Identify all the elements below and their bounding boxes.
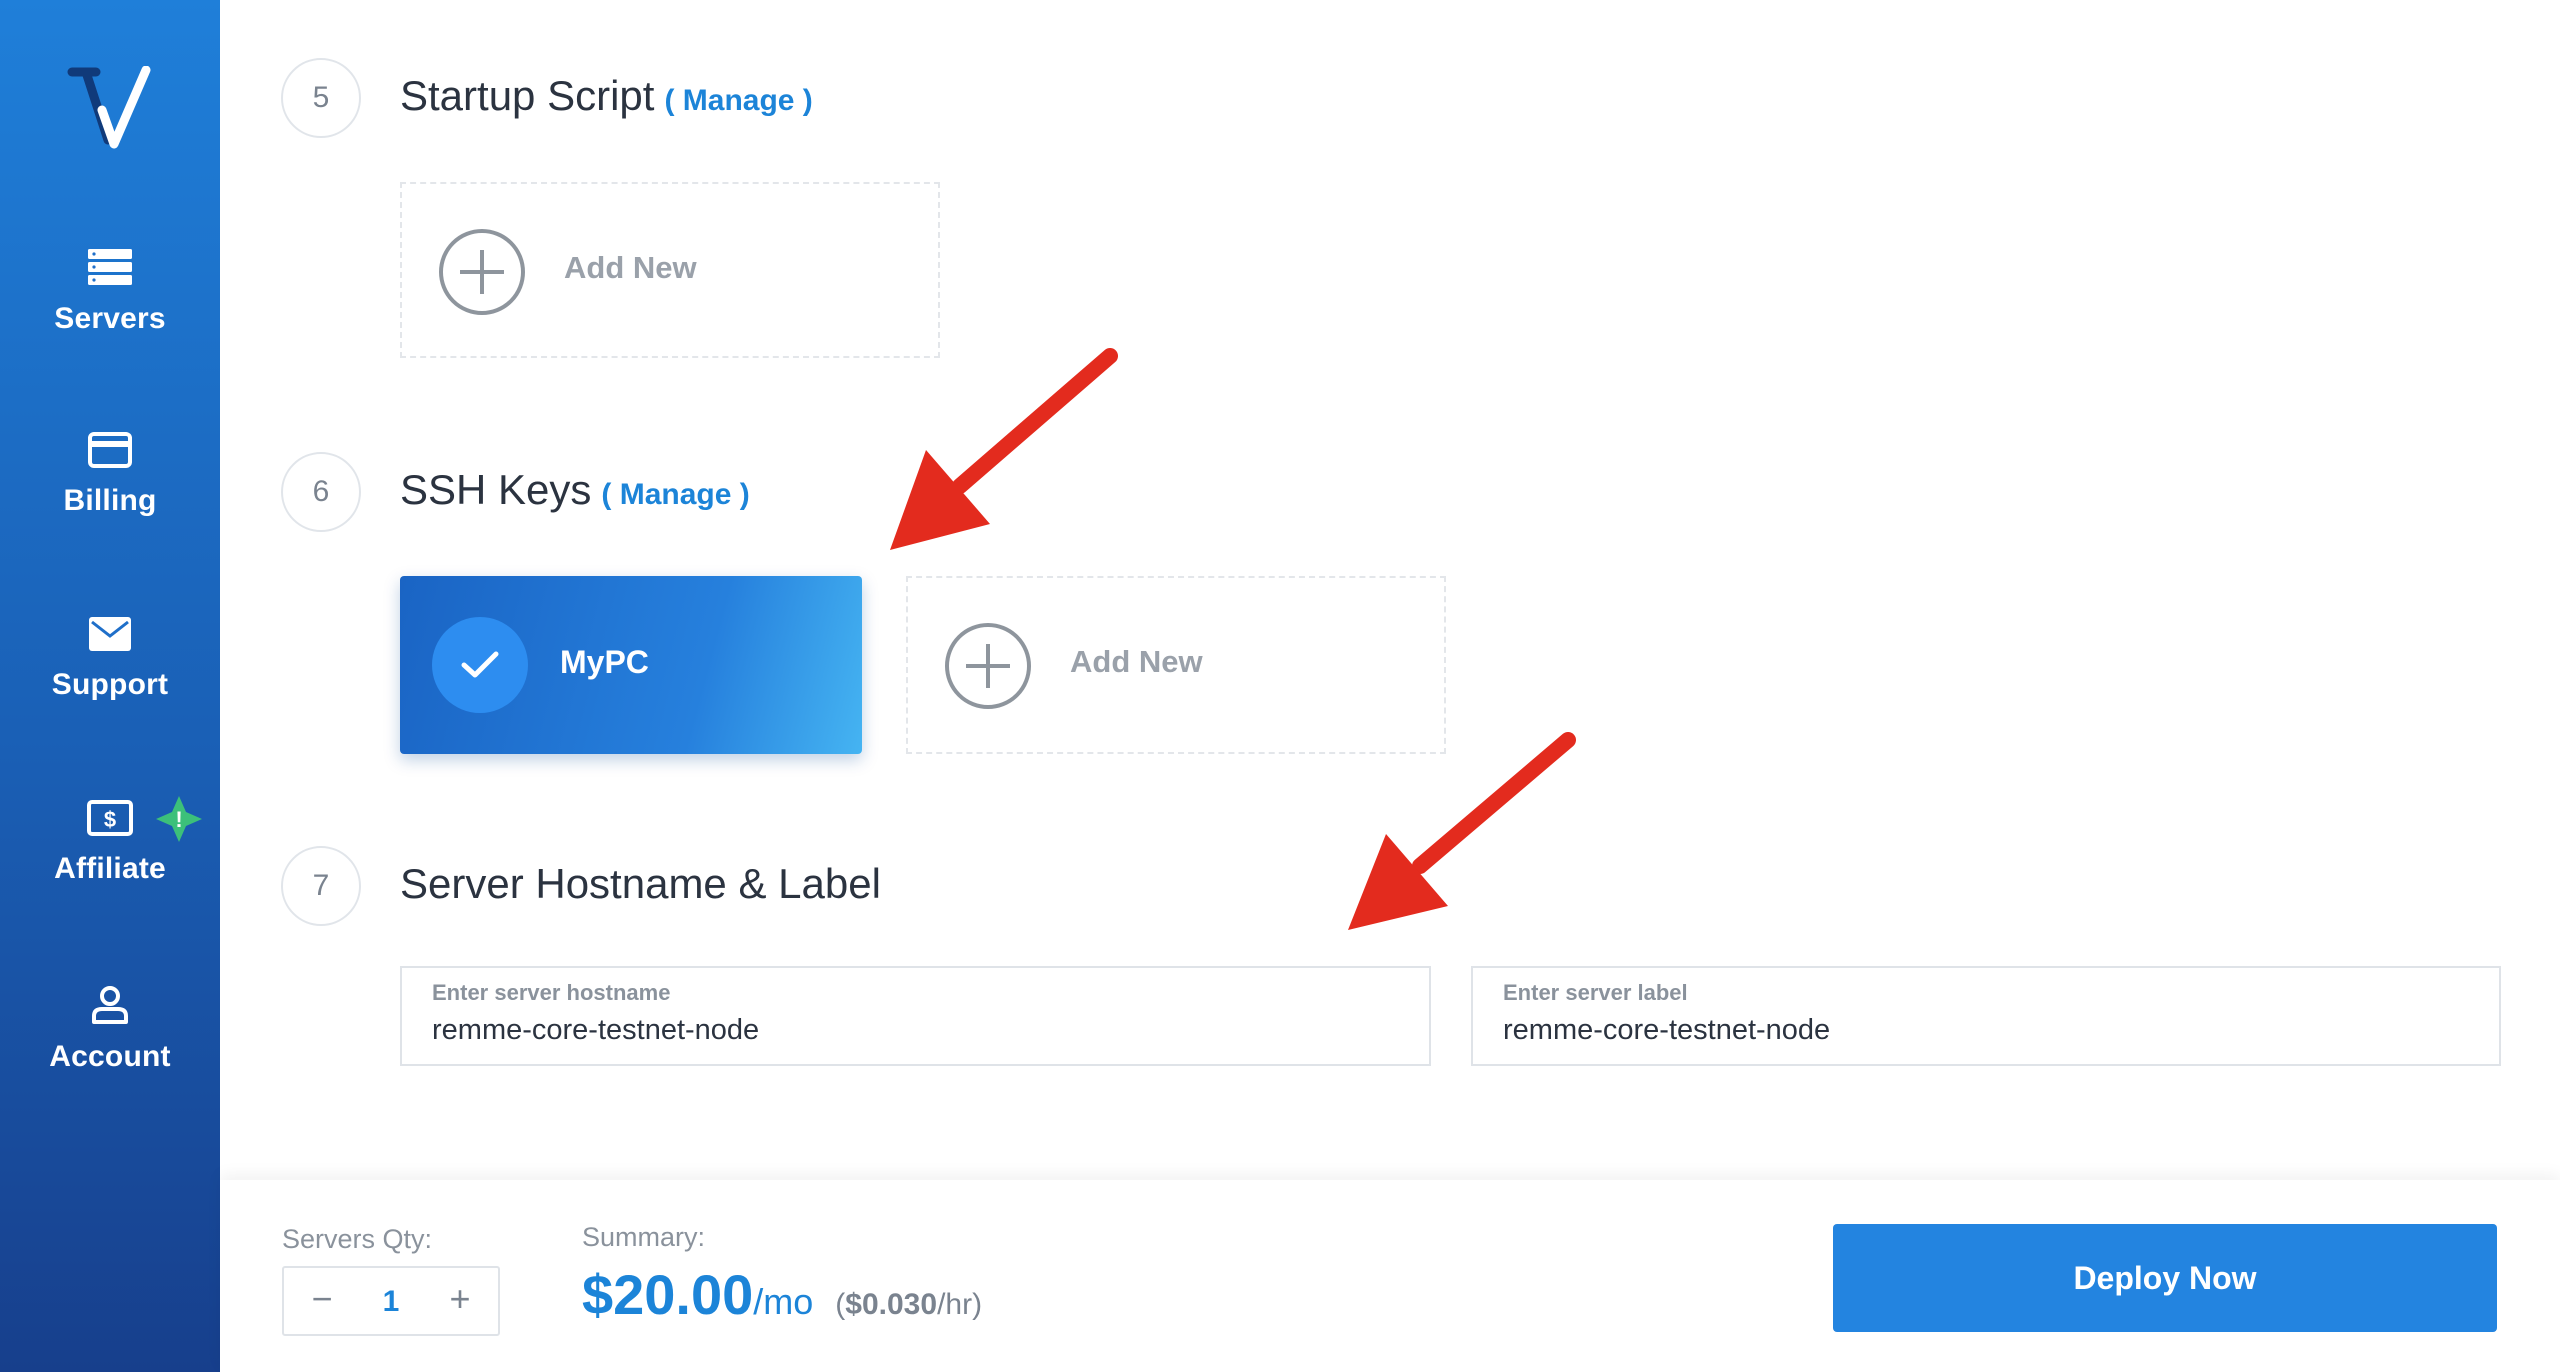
label-field-label: Enter server label bbox=[1503, 980, 1688, 1005]
annotation-arrow-ssh-icon bbox=[890, 348, 1118, 550]
vultr-logo-icon[interactable] bbox=[62, 66, 158, 150]
sidebar-item-support[interactable]: Support bbox=[0, 616, 220, 702]
hostname-field[interactable]: Enter server hostname bbox=[400, 966, 1431, 1066]
monthly-price: $20.00 bbox=[582, 1263, 754, 1326]
section-title-hostname-label: Server Hostname & Label bbox=[400, 860, 881, 907]
price-summary: $20.00/mo ($0.030/hr) bbox=[582, 1262, 982, 1327]
svg-text:!: ! bbox=[175, 807, 182, 832]
sidebar-item-servers[interactable]: Servers bbox=[0, 248, 220, 336]
summary-label: Summary: bbox=[582, 1222, 706, 1252]
hostname-input[interactable] bbox=[432, 1014, 1399, 1047]
ssh-key-name: MyPC bbox=[560, 644, 649, 680]
manage-ssh-keys-link[interactable]: ( Manage ) bbox=[601, 478, 749, 511]
deploy-now-button[interactable]: Deploy Now bbox=[1833, 1224, 2497, 1332]
sidebar-item-label: Account bbox=[49, 1040, 171, 1073]
label-field[interactable]: Enter server label bbox=[1471, 966, 2501, 1066]
credit-card-icon bbox=[88, 432, 132, 468]
checkmark-circle bbox=[432, 617, 528, 713]
hourly-price-text: ($0.030/hr) bbox=[835, 1288, 982, 1321]
quantity-stepper[interactable]: − 1 + bbox=[282, 1266, 500, 1336]
step-number-7: 7 bbox=[281, 846, 361, 926]
monthly-unit: /mo bbox=[753, 1281, 814, 1322]
label-input[interactable] bbox=[1503, 1014, 2469, 1047]
step-number-5: 5 bbox=[281, 58, 361, 138]
add-new-label: Add New bbox=[1070, 644, 1203, 679]
manage-startup-scripts-link[interactable]: ( Manage ) bbox=[664, 84, 812, 117]
step-number-6: 6 bbox=[281, 452, 361, 532]
sidebar-item-billing[interactable]: Billing bbox=[0, 432, 220, 518]
annotation-arrow-hostname-icon bbox=[1348, 732, 1576, 930]
add-startup-script-card[interactable]: Add New bbox=[400, 182, 940, 358]
plus-circle-icon bbox=[439, 229, 525, 315]
svg-text:$: $ bbox=[104, 807, 116, 832]
envelope-icon bbox=[89, 617, 131, 651]
qty-value[interactable]: 1 bbox=[344, 1285, 438, 1319]
plus-circle-icon bbox=[945, 623, 1031, 709]
checkmark-icon bbox=[461, 651, 499, 678]
user-icon bbox=[92, 986, 128, 1024]
section-title-text: SSH Keys bbox=[400, 466, 592, 513]
qty-decrement-button[interactable]: − bbox=[292, 1278, 352, 1320]
affiliate-alert-badge-icon: ! bbox=[156, 796, 202, 842]
sidebar-item-label: Billing bbox=[63, 484, 157, 517]
server-icon bbox=[88, 249, 132, 285]
hourly-open-paren: ( bbox=[835, 1288, 846, 1321]
servers-qty-label: Servers Qty: bbox=[282, 1224, 433, 1254]
add-new-label: Add New bbox=[564, 250, 697, 285]
section-title-text: Startup Script bbox=[400, 72, 655, 119]
sidebar-item-label: Support bbox=[51, 668, 169, 701]
sidebar-item-account[interactable]: Account bbox=[0, 984, 220, 1074]
section-title-startup-script: Startup Script ( Manage ) bbox=[400, 72, 813, 120]
dollar-bill-icon: $ bbox=[87, 800, 133, 836]
hourly-unit: /hr) bbox=[937, 1288, 983, 1321]
sidebar-item-label: Affiliate bbox=[54, 852, 166, 885]
hostname-field-label: Enter server hostname bbox=[432, 980, 671, 1005]
ssh-key-card-selected[interactable]: MyPC bbox=[400, 576, 862, 754]
section-title-ssh-keys: SSH Keys ( Manage ) bbox=[400, 466, 750, 514]
sidebar-item-label: Servers bbox=[54, 302, 166, 335]
deploy-footer: Servers Qty: − 1 + Summary: $20.00/mo ($0… bbox=[220, 1180, 2560, 1372]
add-ssh-key-card[interactable]: Add New bbox=[906, 576, 1446, 754]
qty-increment-button[interactable]: + bbox=[430, 1278, 490, 1320]
sidebar: Servers Billing Support $ Affiliate ! Ac… bbox=[0, 0, 220, 1372]
hourly-price: $0.030 bbox=[845, 1288, 938, 1321]
